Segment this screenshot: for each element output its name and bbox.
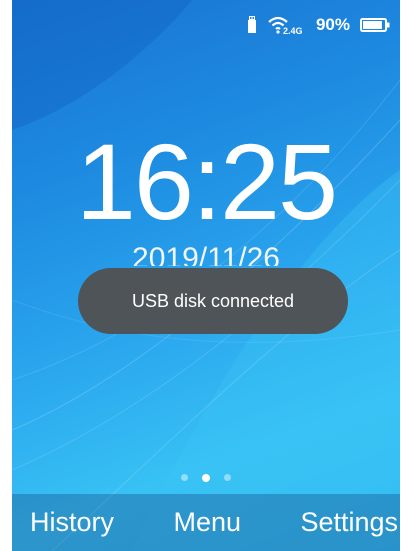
clock-date: 2019/11/26: [132, 244, 280, 266]
battery-percent: 90%: [315, 15, 350, 34]
page-indicator: [12, 473, 400, 482]
wifi-icon: 2.4G: [268, 15, 306, 35]
battery-icon: [360, 18, 390, 32]
clock-time: 16:25: [75, 121, 338, 242]
wifi-band-label: 2.4G: [283, 26, 303, 35]
usb-drive-icon: [246, 16, 258, 34]
page-dot: [224, 474, 231, 481]
history-softkey[interactable]: History: [30, 507, 114, 538]
page-dot: [181, 474, 188, 481]
phone-screen: 2.4G 90% 16:25 2019/11/26 USB disk conne…: [12, 0, 400, 551]
page-dot-active: [202, 473, 210, 482]
menu-softkey[interactable]: Menu: [173, 507, 241, 538]
battery-fill: [363, 21, 382, 29]
settings-softkey[interactable]: Settings: [300, 507, 398, 538]
toast-message: USB disk connected: [131, 290, 295, 311]
status-bar: 2.4G 90%: [246, 14, 390, 36]
toast-notification: USB disk connected: [78, 268, 348, 334]
softkey-bar: History Menu Settings: [12, 494, 400, 551]
